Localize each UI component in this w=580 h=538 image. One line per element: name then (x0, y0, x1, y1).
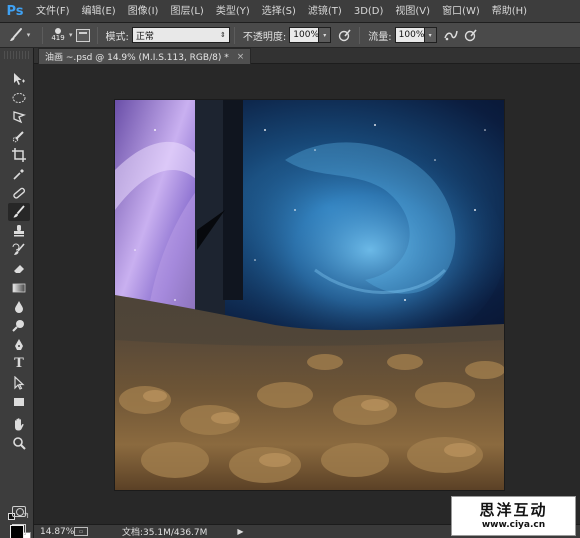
move-icon (14, 73, 25, 85)
menu-edit[interactable]: 编辑(E) (76, 0, 122, 23)
separator (359, 26, 361, 44)
separator (42, 26, 43, 44)
blur-tool[interactable] (8, 298, 30, 316)
eyedropper-tool[interactable] (8, 165, 30, 183)
airbrush-button[interactable] (441, 25, 461, 45)
separator (96, 26, 98, 44)
chevron-down-icon: ▾ (26, 31, 31, 39)
status-menu-arrow[interactable]: ▶ (237, 527, 243, 536)
zoom-level[interactable]: 14.87% (34, 527, 74, 537)
clone-stamp-tool[interactable] (8, 222, 30, 240)
tool-preset-picker[interactable]: ▾ (0, 23, 38, 48)
quick-select-tool[interactable] (8, 127, 30, 145)
elliptical-marquee-icon (12, 93, 26, 103)
document-size-info: 文档:35.1M/436.7M (122, 528, 208, 538)
tools-panel: T ↰ (0, 48, 34, 538)
polygonal-lasso-icon (13, 111, 26, 124)
close-icon[interactable]: × (237, 52, 245, 62)
menu-help[interactable]: 帮助(H) (486, 0, 533, 23)
rectangle-tool[interactable] (8, 393, 30, 411)
document-tab-title: 油画 ~.psd @ 14.9% (M.I.S.113, RGB/8) * (45, 53, 229, 63)
menu-bar: Ps 文件(F) 编辑(E) 图像(I) 图层(L) 类型(Y) 选择(S) 滤… (0, 0, 580, 23)
eraser-icon (14, 265, 24, 273)
crop-icon (12, 148, 26, 162)
menu-image[interactable]: 图像(I) (122, 0, 165, 23)
spot-healing-tool[interactable] (8, 184, 30, 202)
separator (233, 26, 235, 44)
quick-selection-icon (12, 131, 24, 143)
flow-input[interactable]: 100% (394, 27, 425, 43)
brush-panel-icon (75, 28, 90, 42)
updown-arrow-icon: ⇕ (220, 31, 226, 39)
pen-tool[interactable] (8, 336, 30, 354)
path-select-tool[interactable] (8, 374, 30, 392)
magnifier-icon (13, 437, 26, 450)
brush-size-picker[interactable]: 419 (47, 25, 69, 45)
menu-view[interactable]: 视图(V) (389, 0, 436, 23)
composite-artwork (115, 100, 504, 490)
lasso-tool[interactable] (8, 108, 30, 126)
hand-icon (15, 418, 24, 431)
eyedropper-icon (13, 169, 24, 180)
type-icon: T (14, 356, 24, 371)
watermark-title: 思洋互动 (479, 500, 548, 519)
hand-tool[interactable] (8, 415, 30, 433)
blend-mode-select[interactable]: 正常 ⇕ (131, 27, 230, 43)
opacity-input[interactable]: 100% (289, 27, 320, 43)
menu-file[interactable]: 文件(F) (30, 0, 76, 23)
airbrush-icon (443, 30, 458, 41)
path-selection-icon (14, 376, 25, 390)
menu-window[interactable]: 窗口(W) (436, 0, 486, 23)
brush-panel-toggle[interactable] (73, 25, 93, 45)
brush-tool[interactable] (8, 203, 30, 221)
history-brush-icon (12, 243, 25, 255)
history-brush-tool[interactable] (8, 241, 30, 259)
mode-label: 模式: (105, 31, 129, 43)
bandage-icon (13, 187, 26, 199)
opacity-pressure-button[interactable] (335, 25, 355, 45)
foreground-color-swatch[interactable] (10, 525, 24, 538)
document-tab-strip: 油画 ~.psd @ 14.9% (M.I.S.113, RGB/8) * × (34, 48, 580, 64)
opacity-dropdown[interactable]: ▾ (319, 27, 332, 43)
type-tool[interactable]: T (8, 355, 30, 373)
water-drop-icon (15, 301, 23, 313)
menu-select[interactable]: 选择(S) (256, 0, 302, 23)
move-tool[interactable] (8, 70, 30, 88)
dodge-icon (12, 320, 24, 332)
document-tab[interactable]: 油画 ~.psd @ 14.9% (M.I.S.113, RGB/8) * × (38, 48, 252, 64)
gradient-tool[interactable] (8, 279, 30, 297)
menu-filter[interactable]: 滤镜(T) (302, 0, 348, 23)
watermark-badge: 思洋互动 www.ciya.cn (451, 496, 576, 536)
pressure-icon (339, 29, 351, 42)
crop-tool[interactable] (8, 146, 30, 164)
opacity-label: 不透明度: (242, 31, 287, 43)
quick-mask-button[interactable] (12, 506, 26, 517)
stamp-icon (14, 225, 24, 237)
menu-type[interactable]: 类型(Y) (210, 0, 256, 23)
options-bar: ▾ 419 ▾ 模式: 正常 ⇕ 不透明度: 100% ▾ 流量: 100% ▾ (0, 23, 580, 48)
brush-size-value: 419 (51, 34, 65, 42)
size-pressure-button[interactable] (461, 25, 481, 45)
marquee-tool[interactable] (8, 89, 30, 107)
status-info-icon[interactable]: ▭ (74, 527, 88, 536)
flow-label: 流量: (368, 31, 392, 43)
pressure-size-icon (464, 29, 477, 42)
flow-dropdown[interactable]: ▾ (424, 27, 437, 43)
zoom-tool[interactable] (8, 434, 30, 452)
dodge-tool[interactable] (8, 317, 30, 335)
brush-icon (13, 205, 25, 218)
rectangle-icon (14, 398, 24, 406)
document-canvas[interactable] (115, 100, 504, 490)
menu-3d[interactable]: 3D(D) (348, 0, 390, 23)
blend-mode-value: 正常 (135, 31, 154, 42)
pen-nib-icon (15, 339, 23, 350)
brush-icon (9, 28, 22, 41)
gradient-icon (12, 283, 26, 293)
menu-layer[interactable]: 图层(L) (164, 0, 209, 23)
photoshop-logo[interactable]: Ps (0, 0, 30, 23)
panel-grip[interactable] (4, 51, 30, 59)
eraser-tool[interactable] (8, 260, 30, 278)
watermark-url: www.ciya.cn (481, 519, 546, 530)
